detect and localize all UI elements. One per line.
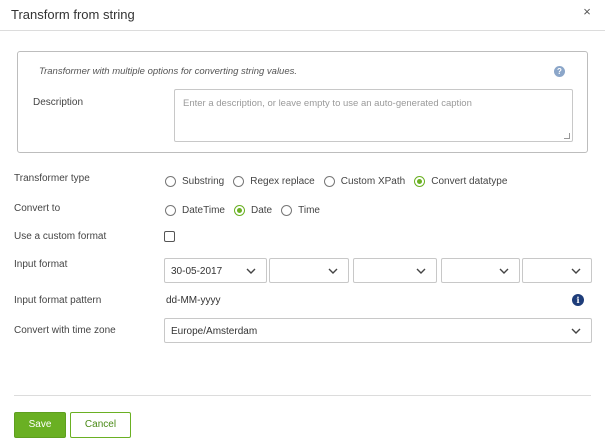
save-button[interactable]: Save: [14, 412, 66, 438]
chevron-down-icon: [328, 268, 338, 274]
dialog-header: Transform from string ×: [0, 0, 605, 31]
convert-to-radio-group: DateTime Date Time: [165, 203, 329, 217]
input-format-select-1[interactable]: 30-05-2017: [164, 258, 267, 283]
cancel-button[interactable]: Cancel: [70, 412, 131, 438]
radio-button[interactable]: [323, 175, 335, 187]
footer-divider: [14, 395, 591, 396]
chevron-down-icon: [571, 328, 581, 334]
time-zone-label: Convert with time zone: [14, 325, 116, 336]
radio-label: Date: [250, 204, 273, 216]
radio-button[interactable]: [165, 175, 176, 187]
chevron-down-icon: [416, 268, 426, 274]
input-format-select-5[interactable]: [522, 258, 592, 283]
select-value: 30-05-2017: [171, 266, 223, 277]
transformer-type-label: Transformer type: [14, 173, 90, 184]
input-format-pattern-label: Input format pattern: [14, 295, 102, 306]
input-format-select-4[interactable]: [441, 258, 520, 283]
input-format-select-2[interactable]: [269, 258, 349, 283]
convert-to-label: Convert to: [14, 203, 61, 214]
time-zone-select[interactable]: Europe/Amsterdam: [164, 318, 592, 343]
radio-substring[interactable]: Substring: [165, 175, 225, 187]
dialog-title: Transform from string: [11, 7, 135, 22]
input-format-label: Input format: [14, 259, 68, 270]
radio-button[interactable]: [233, 175, 245, 187]
info-icon[interactable]: i: [572, 294, 584, 306]
radio-custom-xpath[interactable]: Custom XPath: [323, 175, 406, 187]
input-format-pattern-value: dd-MM-yyyy: [166, 295, 221, 306]
help-icon[interactable]: ?: [554, 66, 565, 77]
chevron-down-icon: [571, 268, 581, 274]
transform-dialog: Transform from string × Transformer with…: [0, 0, 605, 446]
custom-format-label: Use a custom format: [14, 231, 107, 242]
input-format-select-3[interactable]: [353, 258, 437, 283]
description-label: Description: [33, 97, 84, 108]
radio-button-selected[interactable]: [233, 204, 245, 216]
radio-button-selected[interactable]: [414, 175, 426, 187]
radio-label: Custom XPath: [340, 175, 406, 187]
custom-format-checkbox[interactable]: [164, 231, 175, 242]
description-placeholder: Enter a description, or leave empty to u…: [183, 98, 472, 109]
transformer-type-radio-group: Substring Regex replace Custom XPath Con…: [165, 174, 516, 188]
radio-convert-datatype[interactable]: Convert datatype: [414, 175, 508, 187]
radio-button[interactable]: [281, 204, 293, 216]
description-textarea[interactable]: Enter a description, or leave empty to u…: [174, 89, 573, 142]
radio-regex-replace[interactable]: Regex replace: [233, 175, 315, 187]
chevron-down-icon: [499, 268, 509, 274]
radio-label: Time: [298, 204, 320, 216]
radio-time[interactable]: Time: [281, 204, 320, 216]
radio-date[interactable]: Date: [233, 204, 273, 216]
intro-text: Transformer with multiple options for co…: [39, 66, 298, 77]
radio-label: DateTime: [182, 204, 225, 216]
radio-label: Convert datatype: [431, 175, 508, 187]
description-panel: Transformer with multiple options for co…: [17, 51, 588, 153]
chevron-down-icon: [246, 268, 256, 274]
resize-grip-icon[interactable]: [564, 133, 570, 139]
radio-label: Regex replace: [250, 175, 315, 187]
radio-label: Substring: [182, 175, 225, 187]
radio-datetime[interactable]: DateTime: [165, 204, 225, 216]
select-value: Europe/Amsterdam: [171, 326, 258, 337]
close-icon[interactable]: ×: [580, 4, 594, 20]
radio-button[interactable]: [165, 204, 176, 216]
